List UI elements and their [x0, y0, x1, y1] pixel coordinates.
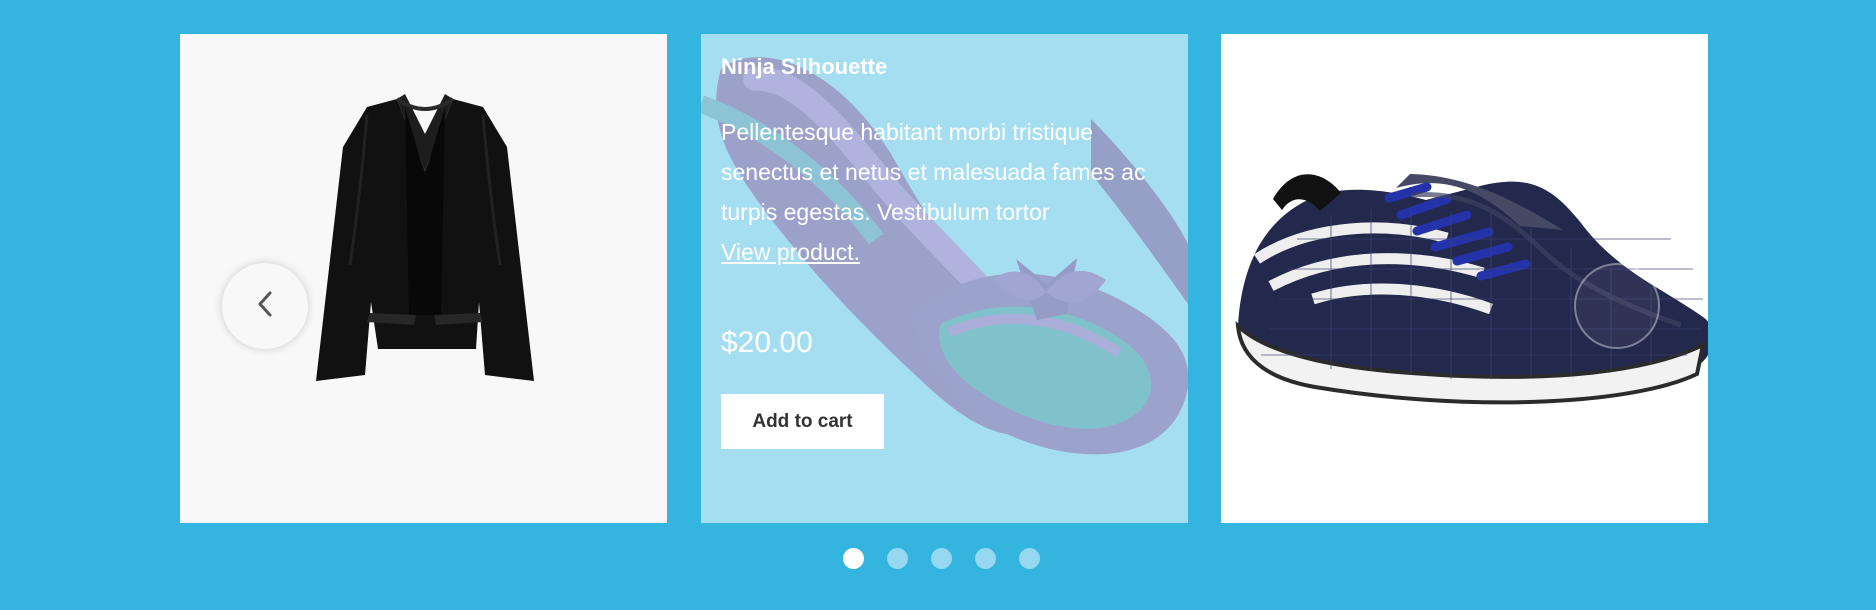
product-title: Ninja Silhouette — [721, 54, 888, 79]
pagination-dot-4[interactable] — [975, 548, 996, 569]
chevron-left-icon — [253, 287, 277, 326]
product-description: Pellentesque habitant morbi tristique se… — [721, 112, 1161, 272]
carousel-pagination — [843, 548, 1043, 570]
product-price: $20.00 — [721, 326, 813, 359]
black-blazer-image — [305, 89, 545, 389]
product-description-text: Pellentesque habitant morbi tristique se… — [721, 119, 1146, 225]
next-slide-button[interactable] — [1574, 263, 1660, 349]
product-info-overlay: Ninja Silhouette Pellentesque habitant m… — [721, 52, 1161, 449]
pagination-dot-1[interactable] — [843, 548, 864, 569]
pagination-dot-5[interactable] — [1019, 548, 1040, 569]
previous-slide-button[interactable] — [222, 263, 308, 349]
product-slide-ninja-silhouette[interactable]: Ninja Silhouette Pellentesque habitant m… — [701, 34, 1188, 523]
navy-sneaker-image — [1221, 119, 1708, 409]
pagination-dot-3[interactable] — [931, 548, 952, 569]
product-carousel: Ninja Silhouette Pellentesque habitant m… — [0, 0, 1876, 610]
add-to-cart-button[interactable]: Add to cart — [721, 394, 884, 449]
pagination-dot-2[interactable] — [887, 548, 908, 569]
chevron-right-icon — [1605, 287, 1629, 326]
view-product-link[interactable]: View product. — [721, 239, 860, 265]
